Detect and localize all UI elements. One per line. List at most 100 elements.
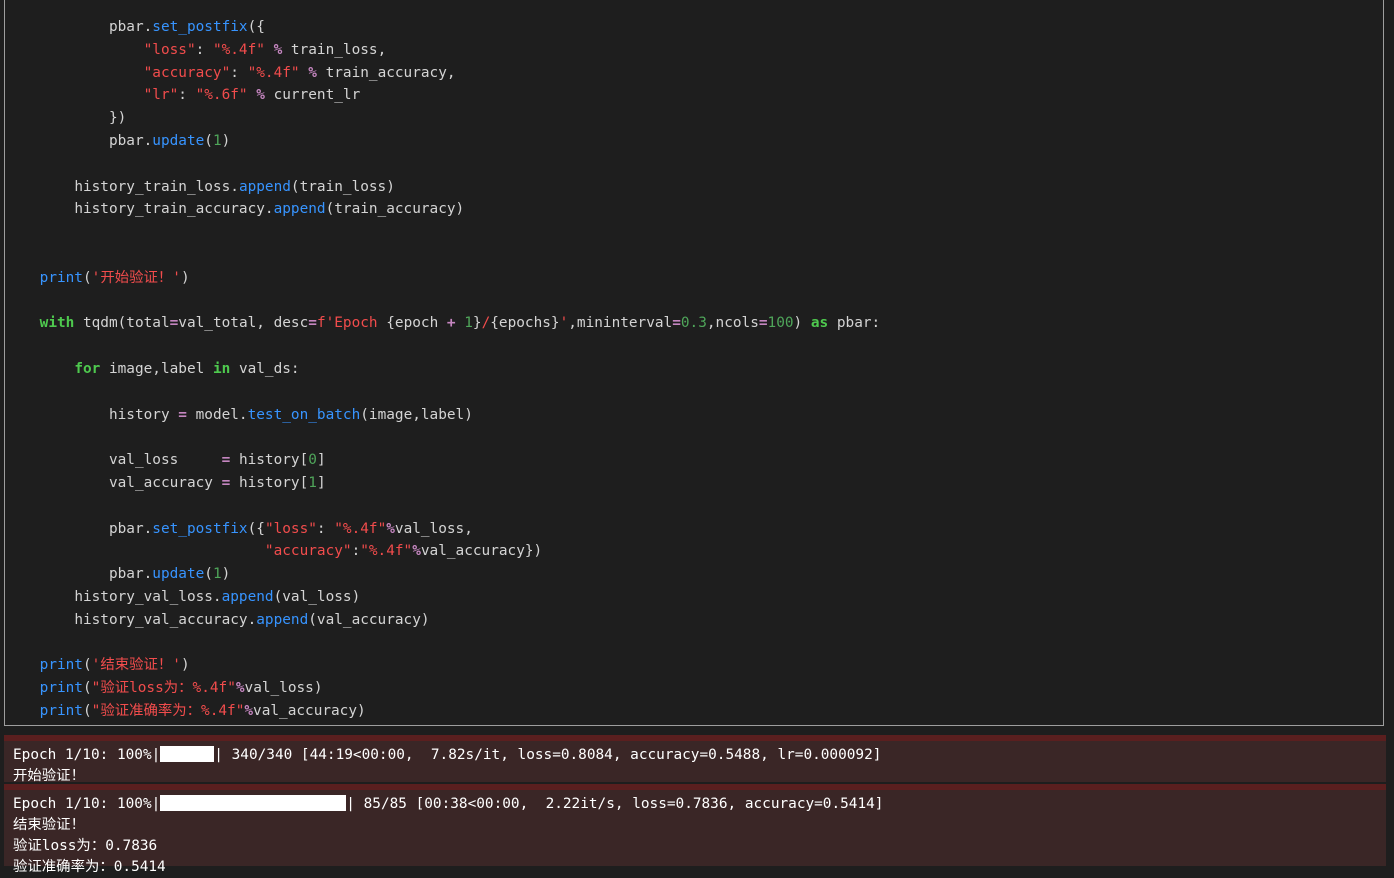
code-line: print('开始验证！') — [5, 267, 880, 290]
code-token: with — [39, 315, 75, 332]
code-token: ) — [180, 657, 190, 674]
train-progress-bar — [160, 746, 215, 762]
code-line — [5, 495, 880, 518]
code-token: 1 — [308, 474, 317, 491]
code-token: ,ncols — [706, 315, 759, 332]
code-token: = — [221, 452, 231, 469]
code-token: "%.4f" — [212, 41, 265, 58]
val-accuracy-message: 验证准确率为：0.5414 — [13, 859, 166, 875]
val-progress-line: Epoch 1/10: 100%| | 85/85 [00:38<00:00, 2… — [4, 794, 1386, 815]
train-progress-suffix: | 340/340 [44:19<00:00, 7.82s/it, loss=0… — [214, 747, 882, 763]
code-token: ( — [82, 269, 92, 286]
code-token: (image,label) — [360, 406, 473, 423]
code-line — [5, 290, 880, 313]
code-token: % — [386, 520, 395, 537]
code-line: history_val_loss.append(val_loss) — [5, 586, 880, 609]
code-token: print — [39, 269, 83, 286]
code-token: "accuracy" — [143, 64, 231, 81]
code-token: val_total, desc — [178, 315, 309, 332]
code-token: history[ — [230, 474, 309, 491]
code-token: '结束验证！' — [91, 657, 181, 674]
code-token: '开始验证！' — [91, 269, 181, 286]
code-cell[interactable]: pbar.set_postfix({ "loss": "%.4f" % trai… — [4, 0, 1384, 726]
code-token: "loss" — [143, 41, 196, 58]
code-token: "loss" — [264, 520, 317, 537]
code-token: (val_accuracy) — [308, 611, 430, 628]
code-line — [5, 381, 880, 404]
code-token: ] — [316, 474, 326, 491]
code-token: "%.6f" — [195, 87, 248, 104]
code-editor[interactable]: pbar.set_postfix({ "loss": "%.4f" % trai… — [5, 16, 881, 723]
code-line — [5, 244, 880, 267]
code-line: history_train_accuracy.append(train_accu… — [5, 198, 880, 221]
code-token: val_loss — [108, 452, 222, 469]
code-token: "验证准确率为：%.4f" — [91, 702, 245, 719]
code-line: with tqdm(total=val_total, desc=f'Epoch … — [5, 312, 881, 335]
code-token: }) — [108, 110, 127, 127]
code-token: = — [758, 315, 768, 332]
end-validation-message: 结束验证！ — [13, 817, 85, 833]
code-line: "accuracy": "%.4f" % train_accuracy, — [5, 62, 880, 85]
code-token: % — [412, 543, 421, 560]
code-token: val_accuracy — [108, 474, 222, 491]
code-token: append — [256, 611, 309, 628]
code-token: = — [178, 406, 187, 423]
code-token: ) — [793, 315, 811, 332]
code-line: pbar.set_postfix({"loss": "%.4f"%val_los… — [5, 518, 880, 541]
code-token: "验证loss为：%.4f" — [91, 680, 236, 697]
code-token: % — [244, 702, 254, 719]
code-token: val_accuracy) — [253, 702, 366, 719]
code-token: 0.3 — [680, 315, 707, 332]
code-token: ({ — [247, 520, 265, 537]
code-token: ({ — [247, 19, 265, 35]
code-line: val_loss = history[0] — [5, 449, 880, 472]
code-token: append — [273, 201, 326, 218]
code-token: print — [39, 657, 83, 674]
code-token: = — [672, 315, 681, 332]
code-line — [5, 335, 880, 358]
val-loss-message: 验证loss为：0.7836 — [13, 838, 158, 854]
code-token: history_val_accuracy. — [74, 611, 257, 628]
code-token: pbar. — [108, 132, 153, 149]
code-token: pbar: — [828, 315, 881, 332]
code-line: pbar.update(1) — [5, 563, 880, 586]
code-line: history_val_accuracy.append(val_accuracy… — [5, 609, 880, 632]
code-token: history_train_accuracy. — [74, 201, 274, 218]
code-token: 1 — [464, 315, 473, 332]
code-token: / — [481, 315, 491, 332]
code-token: "%.4f" — [334, 520, 387, 537]
code-token: : — [195, 41, 213, 58]
code-token: ( — [82, 657, 92, 674]
code-line: pbar.set_postfix({ — [5, 16, 880, 39]
code-token: "accuracy" — [264, 543, 352, 560]
code-token: history[ — [230, 452, 309, 469]
code-token: history — [108, 406, 179, 423]
val-progress-prefix: Epoch 1/10: 100%| — [13, 796, 161, 812]
code-token: ' — [559, 315, 569, 332]
code-token: print — [39, 702, 83, 719]
code-line — [5, 153, 880, 176]
code-token: = — [308, 315, 317, 332]
code-token: = — [169, 315, 179, 332]
